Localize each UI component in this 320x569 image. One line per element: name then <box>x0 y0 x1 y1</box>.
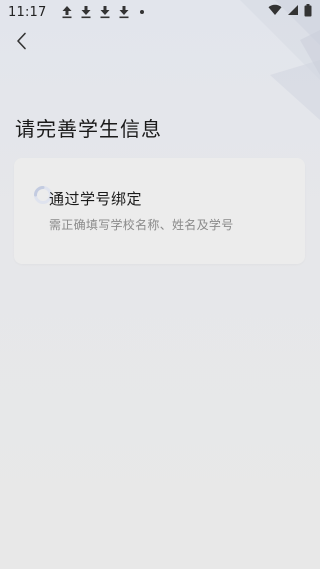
download-icon <box>80 5 92 19</box>
wifi-icon <box>268 4 282 20</box>
bind-by-student-id-card[interactable]: 通过学号绑定 需正确填写学校名称、姓名及学号 <box>14 158 305 264</box>
status-bar: 11:17 <box>0 0 320 24</box>
chevron-left-icon <box>15 32 27 54</box>
page-title: 请完善学生信息 <box>15 117 162 141</box>
battery-icon <box>304 3 312 21</box>
card-title: 通过学号绑定 <box>49 190 143 208</box>
back-button[interactable] <box>10 30 32 56</box>
status-bar-left: 11:17 <box>8 4 145 20</box>
status-time: 11:17 <box>8 4 47 20</box>
download-icon <box>99 5 111 19</box>
upload-icon <box>61 5 73 19</box>
download-icon <box>118 5 130 19</box>
signal-icon <box>287 4 299 20</box>
status-bar-right <box>268 3 312 21</box>
notification-dot-icon <box>140 10 145 14</box>
card-subtitle: 需正确填写学校名称、姓名及学号 <box>49 218 234 232</box>
